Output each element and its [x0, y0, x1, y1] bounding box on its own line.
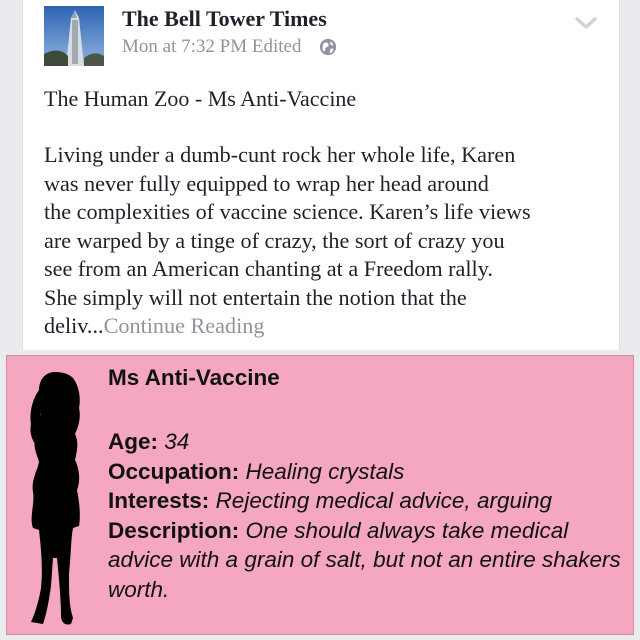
interests-label: Interests:	[108, 488, 210, 513]
chevron-down-icon[interactable]	[574, 14, 598, 32]
occupation-label: Occupation:	[108, 458, 240, 484]
description-row: Description: One should always take medi…	[108, 516, 628, 605]
age-label: Age:	[108, 429, 158, 454]
post-headline: The Human Zoo - Ms Anti-Vaccine	[44, 86, 357, 111]
bell-tower-image	[44, 6, 104, 66]
post-meta: Mon at 7:32 PM Edited	[122, 36, 337, 58]
body-line: Living under a dumb-cunt rock her whole …	[44, 142, 516, 167]
profile-card: Ms Anti-Vaccine Age: 34 Occupation: Heal…	[6, 355, 634, 635]
page-name[interactable]: The Bell Tower Times	[122, 6, 327, 32]
edited-label[interactable]: Edited	[252, 36, 302, 58]
woman-silhouette-icon	[30, 372, 80, 625]
truncated-text: deliv...	[44, 313, 104, 338]
post-body: Living under a dumb-cunt rock her whole …	[44, 141, 604, 341]
body-line-truncated: deliv...Continue Reading	[44, 312, 604, 341]
body-line: She simply will not entertain the notion…	[44, 284, 467, 310]
occupation-row: Occupation: Healing crystals	[108, 457, 628, 487]
occupation-value: Healing crystals	[245, 458, 405, 484]
globe-icon	[320, 38, 337, 56]
profile-facts: Age: 34 Occupation: Healing crystals Int…	[108, 427, 628, 604]
description-label: Description:	[108, 517, 240, 543]
interests-value: Rejecting medical advice, arguing	[215, 488, 552, 513]
body-line: the complexities of vaccine science. Kar…	[44, 199, 531, 224]
interests-row: Interests: Rejecting medical advice, arg…	[108, 486, 628, 516]
age-value: 34	[164, 429, 190, 454]
age-row: Age: 34	[108, 427, 628, 457]
profile-title: Ms Anti-Vaccine	[108, 365, 280, 390]
body-line: see from an American chanting at a Freed…	[44, 256, 493, 281]
body-line: are warped by a tinge of crazy, the sort…	[44, 227, 505, 253]
page-avatar[interactable]	[44, 6, 104, 66]
continue-reading-link[interactable]: Continue Reading	[104, 313, 265, 338]
post-timestamp[interactable]: Mon at 7:32 PM	[122, 36, 247, 58]
body-line: was never fully equipped to wrap her hea…	[44, 170, 489, 196]
